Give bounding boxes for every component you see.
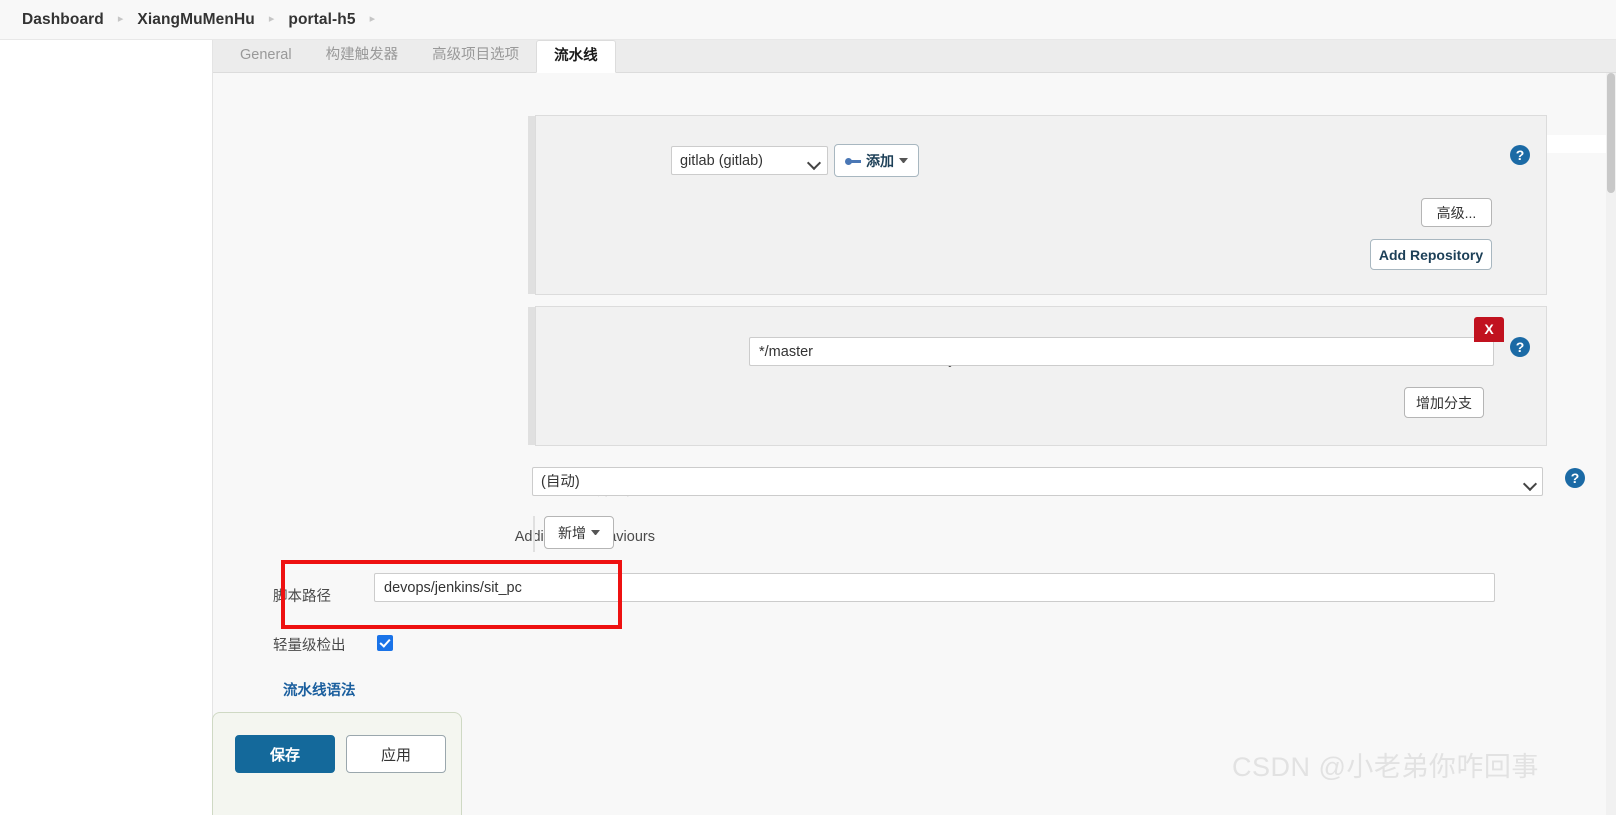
breadcrumb-item-portal-h5[interactable]: portal-h5 xyxy=(274,11,369,29)
pipeline-syntax-link[interactable]: 流水线语法 xyxy=(283,679,356,700)
repository-browser-select[interactable]: (自动) xyxy=(532,467,1543,496)
additional-behaviours-label: Additional Behaviours xyxy=(515,529,655,545)
save-button[interactable]: 保存 xyxy=(235,735,335,773)
tab-build-triggers[interactable]: 构建触发器 xyxy=(309,39,416,72)
tab-pipeline[interactable]: 流水线 xyxy=(536,40,616,73)
panel-scroll-thumb[interactable] xyxy=(1607,73,1615,193)
tab-general[interactable]: General xyxy=(223,39,309,72)
lightweight-checkout-checkbox[interactable] xyxy=(377,635,393,651)
branches-help-icon[interactable]: ? xyxy=(1510,337,1530,357)
branches-subpanel-accent-bar xyxy=(528,307,535,445)
left-sidebar-column xyxy=(0,40,212,815)
key-icon xyxy=(845,155,861,166)
repository-subpanel-accent-bar xyxy=(528,116,535,294)
add-branch-button[interactable]: 增加分支 xyxy=(1404,387,1484,418)
branch-specifier-input[interactable] xyxy=(749,337,1494,366)
breadcrumb-item-dashboard[interactable]: Dashboard xyxy=(8,11,118,29)
repository-browser-help-icon[interactable]: ? xyxy=(1565,468,1585,488)
lightweight-checkout-label: 轻量级检出 xyxy=(273,638,346,654)
add-credentials-button[interactable]: 添加 xyxy=(834,144,919,177)
add-repository-button[interactable]: Add Repository xyxy=(1370,239,1492,270)
add-credentials-label: 添加 xyxy=(866,152,894,169)
apply-button[interactable]: 应用 xyxy=(346,735,446,773)
branches-subpanel xyxy=(528,306,1547,446)
tab-advanced-project-options[interactable]: 高级项目选项 xyxy=(415,39,536,72)
add-behaviour-button[interactable]: 新增 xyxy=(544,516,614,549)
breadcrumb: Dashboard ▸ XiangMuMenHu ▸ portal-h5 ▸ xyxy=(0,0,1616,40)
config-scroll-area: Repository URL git@192.168.1.6:portal/da… xyxy=(213,73,1616,815)
form-action-bar: 保存 应用 xyxy=(212,712,462,815)
page-body: General 构建触发器 高级项目选项 流水线 Repository URL … xyxy=(0,40,1616,815)
advanced-button[interactable]: 高级... xyxy=(1421,198,1492,227)
job-configuration-panel: General 构建触发器 高级项目选项 流水线 Repository URL … xyxy=(212,40,1616,815)
script-path-input[interactable] xyxy=(374,573,1495,602)
credentials-select[interactable]: gitlab (gitlab) xyxy=(671,146,828,175)
add-behaviour-label: 新增 xyxy=(558,524,586,541)
panel-vertical-scrollbar[interactable] xyxy=(1606,73,1616,815)
additional-behaviours-accent xyxy=(533,516,535,552)
caret-down-icon xyxy=(899,158,908,163)
breadcrumb-item-xiangmumenhu[interactable]: XiangMuMenHu xyxy=(123,11,268,29)
caret-down-icon xyxy=(591,530,600,535)
config-tab-strip: General 构建触发器 高级项目选项 流水线 xyxy=(213,40,1616,73)
breadcrumb-separator-icon: ▸ xyxy=(369,13,376,25)
repository-help-icon[interactable]: ? xyxy=(1510,145,1530,165)
delete-branch-button[interactable]: X xyxy=(1474,317,1504,342)
